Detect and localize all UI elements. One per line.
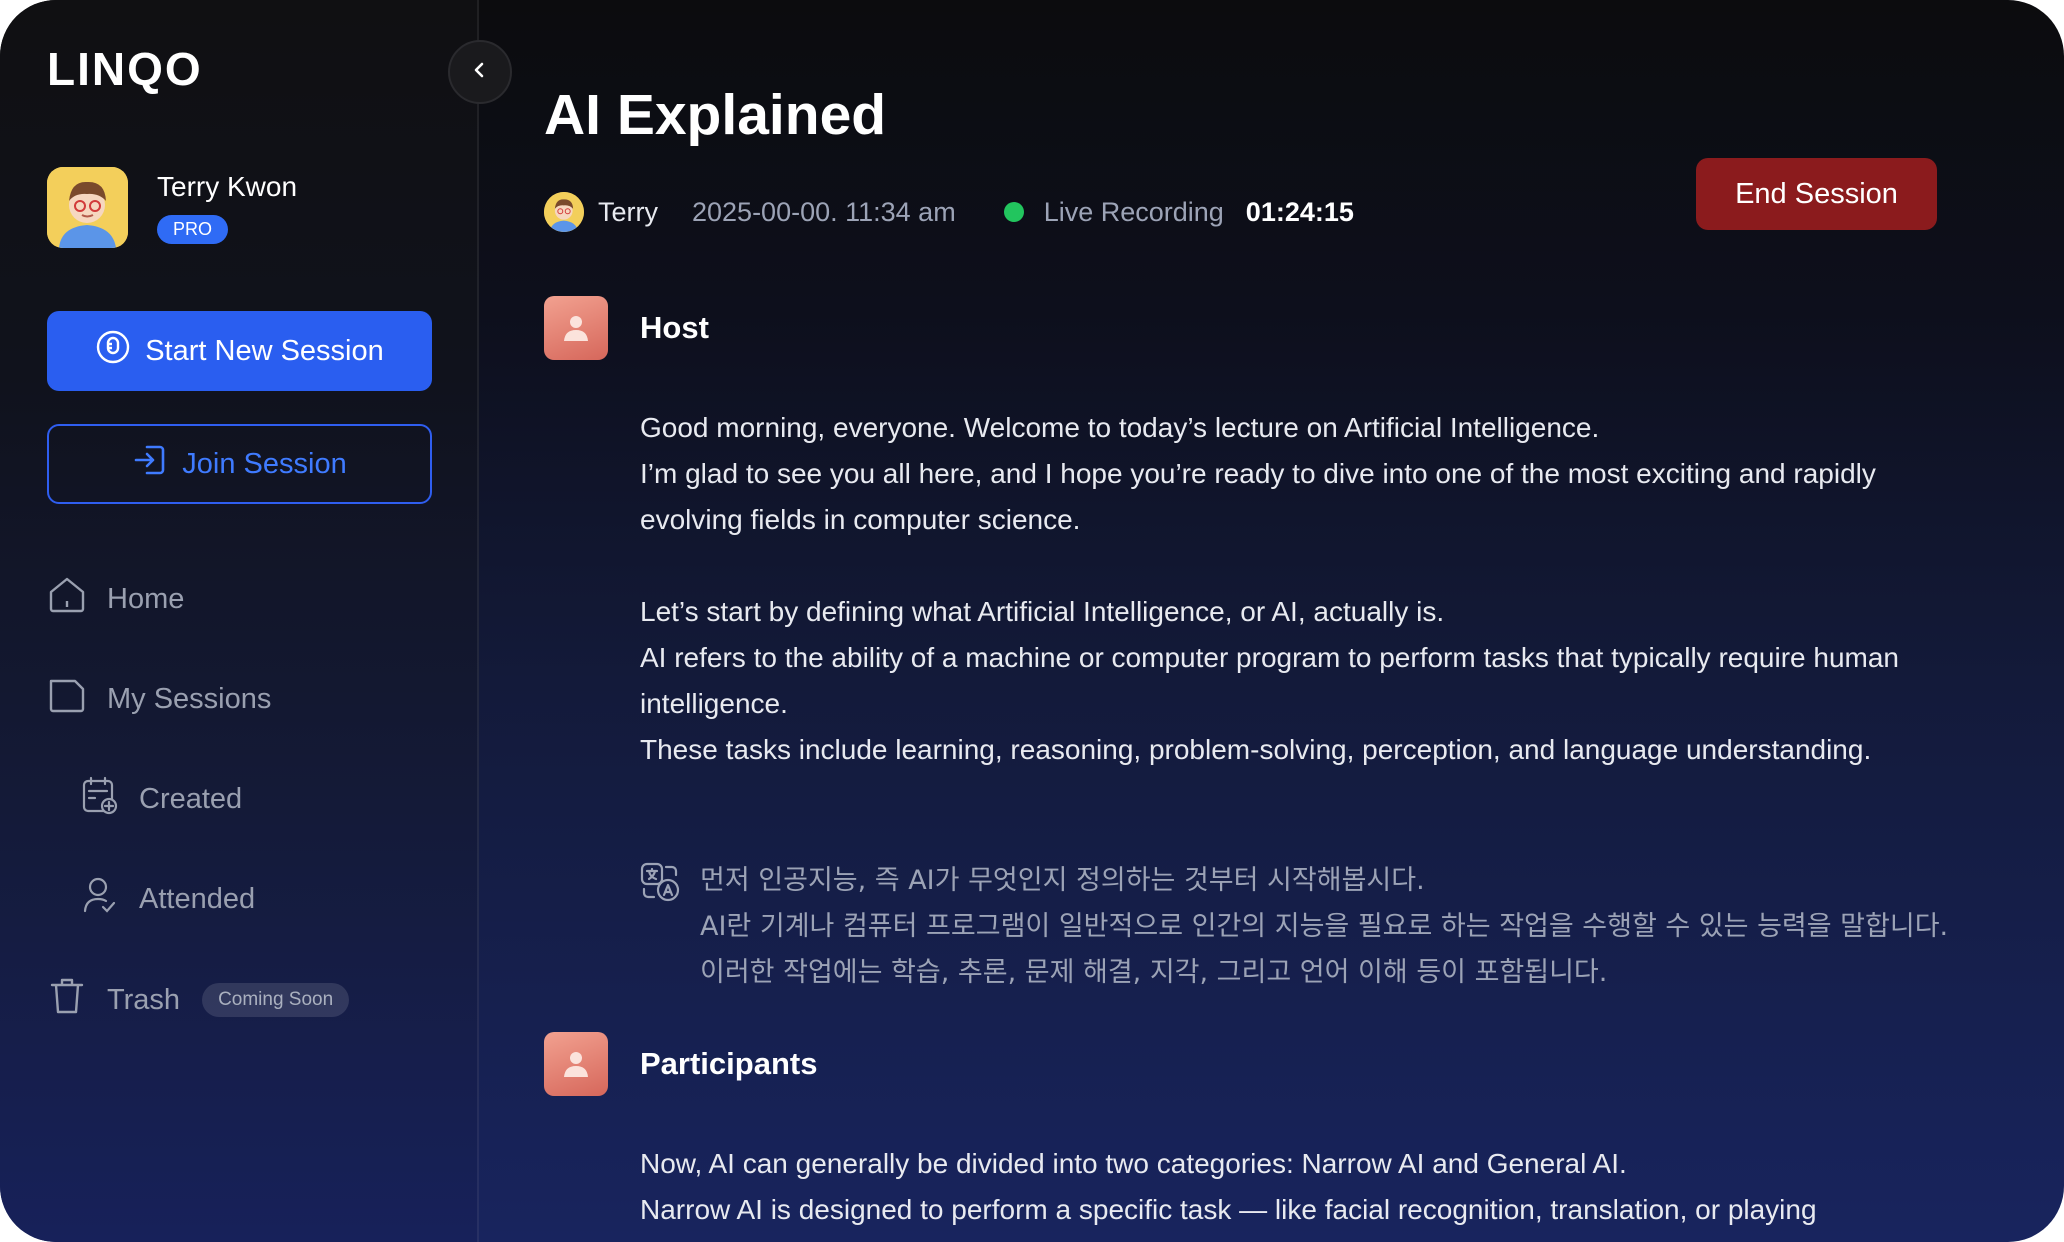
- transcript-line: Now, AI can generally be divided into tw…: [640, 1148, 1627, 1179]
- start-new-session-label: Start New Session: [145, 334, 384, 367]
- speaker-label: Participants: [640, 1046, 818, 1081]
- session-datetime: 2025-00-00. 11:34 am: [692, 196, 956, 227]
- pro-badge: PRO: [157, 215, 229, 244]
- user-check-icon: [81, 875, 119, 923]
- person-icon: [544, 296, 608, 360]
- transcript-line: Let’s start by defining what Artificial …: [640, 596, 1445, 627]
- collapse-sidebar-button[interactable]: [448, 40, 512, 104]
- recording-timer: 01:24:15: [1245, 196, 1354, 227]
- transcript-line: AI refers to the ability of a machine or…: [640, 642, 1900, 719]
- nav-created-label: Created: [139, 782, 243, 815]
- chevron-left-icon: [470, 60, 490, 85]
- avatar: [47, 167, 128, 248]
- app-window: LINQO Terry Kwon PRO Start New Session J…: [0, 0, 2064, 1242]
- nav-item-created[interactable]: Created: [81, 775, 242, 823]
- nav-item-my-sessions[interactable]: My Sessions: [47, 675, 271, 723]
- translation-line: AI란 기계나 컴퓨터 프로그램이 일반적으로 인간의 지능을 필요로 하는 작…: [700, 911, 1949, 988]
- microphone-icon: [95, 329, 131, 373]
- nav-item-attended[interactable]: Attended: [81, 875, 255, 923]
- nav-item-trash[interactable]: Trash Coming Soon: [47, 976, 350, 1024]
- transcript-line: Narrow AI is designed to perform a speci…: [640, 1194, 1817, 1225]
- person-icon: [544, 1032, 608, 1096]
- session-meta: Terry 2025-00-00. 11:34 am Live Recordin…: [544, 192, 1354, 232]
- nav-item-home[interactable]: Home: [47, 575, 184, 623]
- transcript-line: These tasks include learning, reasoning,…: [640, 734, 1872, 765]
- app-logo[interactable]: LINQO: [47, 42, 203, 96]
- end-session-button[interactable]: End Session: [1696, 158, 1937, 230]
- nav-my-sessions-label: My Sessions: [107, 682, 272, 715]
- recording-status: Live Recording: [1043, 196, 1224, 227]
- home-icon: [47, 575, 87, 623]
- nav-trash-label: Trash: [107, 983, 181, 1016]
- nav-attended-label: Attended: [139, 882, 256, 915]
- transcript-line: I’m glad to see you all here, and I hope…: [640, 458, 1876, 535]
- main-content: AI Explained Terry 2025-00-00. 11:34 am …: [479, 0, 2064, 1242]
- calendar-add-icon: [81, 775, 119, 823]
- start-new-session-button[interactable]: Start New Session: [47, 311, 432, 391]
- trash-icon: [47, 976, 87, 1024]
- participants-transcript: Now, AI can generally be divided into tw…: [640, 1141, 1970, 1233]
- join-session-button[interactable]: Join Session: [47, 424, 432, 504]
- host-avatar: [544, 192, 584, 232]
- user-profile[interactable]: Terry Kwon PRO: [47, 167, 297, 248]
- join-session-label: Join Session: [182, 447, 347, 480]
- translate-icon: [640, 862, 680, 996]
- session-title: AI Explained: [544, 83, 887, 147]
- folder-icon: [47, 675, 87, 723]
- speaker-host: Host: [544, 296, 709, 360]
- translation-block: 먼저 인공지능, 즉 AI가 무엇인지 정의하는 것부터 시작해봅시다. AI란…: [640, 858, 1970, 996]
- host-transcript: Good morning, everyone. Welcome to today…: [640, 405, 1970, 773]
- nav-home-label: Home: [107, 582, 185, 615]
- speaker-label: Host: [640, 310, 709, 345]
- coming-soon-badge: Coming Soon: [202, 983, 350, 1017]
- sidebar: LINQO Terry Kwon PRO Start New Session J…: [0, 0, 479, 1242]
- transcript-line: Good morning, everyone. Welcome to today…: [640, 412, 1600, 443]
- profile-name: Terry Kwon: [157, 171, 298, 202]
- host-name: Terry: [598, 196, 658, 227]
- login-icon: [132, 442, 168, 486]
- live-indicator-icon: [1003, 202, 1024, 222]
- speaker-participants: Participants: [544, 1032, 817, 1096]
- translation-line: 먼저 인공지능, 즉 AI가 무엇인지 정의하는 것부터 시작해봅시다.: [700, 865, 1425, 896]
